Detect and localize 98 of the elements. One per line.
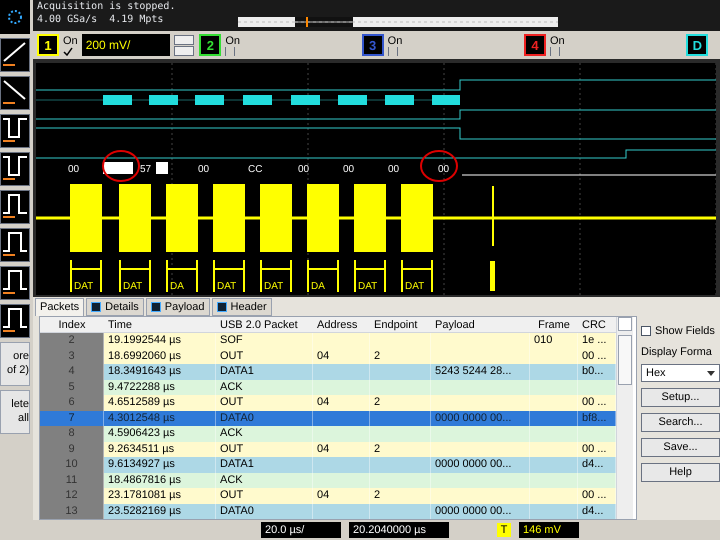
show-fields-label: Show Fields [655, 324, 715, 339]
decode-marker [490, 261, 495, 291]
panel-button[interactable]: Save... [641, 438, 720, 457]
bus-highlight [103, 162, 133, 174]
table-cell: 5 [40, 380, 104, 395]
logo-icon[interactable] [0, 0, 30, 34]
table-cell: DATA0 [216, 504, 313, 519]
column-header[interactable]: Endpoint [370, 317, 431, 332]
wave-shape-button[interactable] [174, 34, 194, 44]
bus-decode-label: 00 [388, 164, 400, 175]
column-header[interactable]: CRC [578, 317, 616, 332]
panel-button[interactable]: Setup... [641, 388, 720, 407]
bus-decode-label: 00 [68, 164, 80, 175]
table-cell: 12 [40, 488, 104, 504]
panel-button[interactable]: Search... [641, 413, 720, 432]
channel-on-label: On [388, 34, 402, 46]
column-header[interactable]: USB 2.0 Packet [216, 317, 313, 332]
bus-decode-label: 00 [298, 164, 310, 175]
table-row[interactable]: 7 4.3012548 µs DATA0 0000 0000 00... bf8... [40, 410, 616, 426]
channel-on-checkbox[interactable] [225, 46, 236, 56]
grid-icon [150, 302, 161, 312]
format-select[interactable]: Hex [641, 364, 720, 382]
circle-annotation [102, 150, 140, 182]
channel-on-checkbox[interactable] [388, 46, 398, 56]
table-cell: 6 [40, 395, 104, 410]
table-cell: 11 [40, 472, 104, 488]
table-cell: 10 [40, 457, 104, 472]
memory-depth: 4.19 Mpts [109, 13, 164, 26]
bus-decode-label: 00 [198, 164, 210, 175]
grid-icon [216, 302, 227, 312]
panel-tab[interactable]: Packets [35, 298, 84, 316]
circle-annotation [420, 150, 458, 182]
column-header[interactable]: Address [313, 317, 370, 332]
trigger-key[interactable]: T [497, 523, 511, 537]
table-cell: 8 [40, 426, 104, 442]
waveform-tile-icon[interactable] [0, 38, 30, 72]
waveform-tile-icon[interactable] [0, 266, 30, 300]
display-format-label: Display Forma [641, 344, 713, 360]
column-header[interactable]: Index [40, 317, 104, 332]
channel-on-checkbox[interactable] [550, 46, 560, 56]
waveform-tile-icon[interactable] [0, 114, 30, 148]
acquisition-status: Acquisition is stopped. [37, 0, 176, 13]
table-cell: 0000 0000 00... [431, 504, 530, 519]
channel-on-label: On [225, 34, 240, 46]
sample-rate: 4.00 GSa/s [37, 13, 98, 26]
table-cell: 2 [40, 333, 104, 348]
table-cell: 4 [40, 364, 104, 380]
column-header[interactable]: Time [104, 317, 216, 332]
panel-tab[interactable]: Header [212, 298, 272, 316]
delay-field[interactable]: 20.2040000 µs [349, 522, 449, 538]
timebase-field[interactable]: 20.0 µs/ [261, 522, 341, 538]
table-cell: 9 [40, 442, 104, 457]
bus-decode-label: 00 [438, 164, 450, 175]
table-row[interactable]: 11 18.4867816 µs ACK [40, 472, 616, 488]
channel-key[interactable]: 4 [524, 34, 546, 56]
waveform-tile-icon[interactable] [0, 190, 30, 224]
grid-icon [91, 302, 102, 312]
delete-all-button[interactable]: lete all [0, 390, 30, 434]
wave-shape-button[interactable] [174, 46, 194, 56]
waveform-tile-icon[interactable] [0, 228, 30, 262]
column-header[interactable]: Frame [530, 317, 578, 332]
table-row[interactable]: 9 9.2634511 µs OUT 04 2 00 ... [40, 442, 616, 457]
trigger-level-field[interactable]: 146 mV [519, 522, 579, 538]
channel-key[interactable]: 1 [37, 34, 59, 56]
table-row[interactable]: 3 18.6992060 µs OUT 04 2 00 ... [40, 348, 616, 364]
table-row[interactable]: 12 23.1781081 µs OUT 04 2 00 ... [40, 488, 616, 504]
table-cell: 23.5282169 µs [104, 504, 216, 519]
scrollbar[interactable] [616, 317, 633, 519]
table-row[interactable]: 5 9.4722288 µs ACK [40, 380, 616, 395]
channel-on-label: On [550, 34, 565, 46]
table-row[interactable]: 8 4.5906423 µs ACK [40, 426, 616, 442]
dropdown-caret-icon [707, 370, 715, 376]
table-row[interactable]: 6 4.6512589 µs OUT 04 2 00 ... [40, 395, 616, 410]
bus-decode-label: 57 [140, 164, 152, 175]
column-header[interactable]: Payload [431, 317, 530, 332]
scale-field[interactable]: 200 mV/ [82, 34, 170, 56]
waveform-tile-icon[interactable] [0, 152, 30, 186]
bus-decode-label: CC [248, 164, 262, 175]
waveform-tile-icon[interactable] [0, 304, 30, 338]
table-cell: 3 [40, 348, 104, 364]
table-row[interactable]: 13 23.5282169 µs DATA0 0000 0000 00... d4... [40, 504, 616, 519]
channel-key[interactable]: 2 [199, 34, 222, 56]
channel-on-label: On [63, 34, 78, 46]
bus-decode-label: 00 [343, 164, 354, 175]
channel-on-checkbox[interactable] [63, 46, 73, 56]
more-button[interactable]: ore of 2) [0, 342, 30, 386]
show-fields-checkbox[interactable] [641, 326, 651, 336]
waveform-tile-icon[interactable] [0, 76, 30, 110]
table-row[interactable]: 10 9.6134927 µs DATA1 0000 0000 00... d4... [40, 457, 616, 472]
panel-tab[interactable]: Details [86, 298, 144, 316]
bus-highlight [156, 162, 168, 174]
channel-key[interactable]: D [686, 34, 708, 56]
panel-tab[interactable]: Payload [146, 298, 210, 316]
format-value: Hex [646, 366, 666, 381]
table-row[interactable]: 2 19.1992544 µs SOF 010 1e ... [40, 333, 616, 348]
table-row[interactable]: 4 18.3491643 µs DATA1 5243 5244 28... b0... [40, 364, 616, 380]
panel-button[interactable]: Help [641, 463, 720, 482]
table-cell: 13 [40, 504, 104, 519]
